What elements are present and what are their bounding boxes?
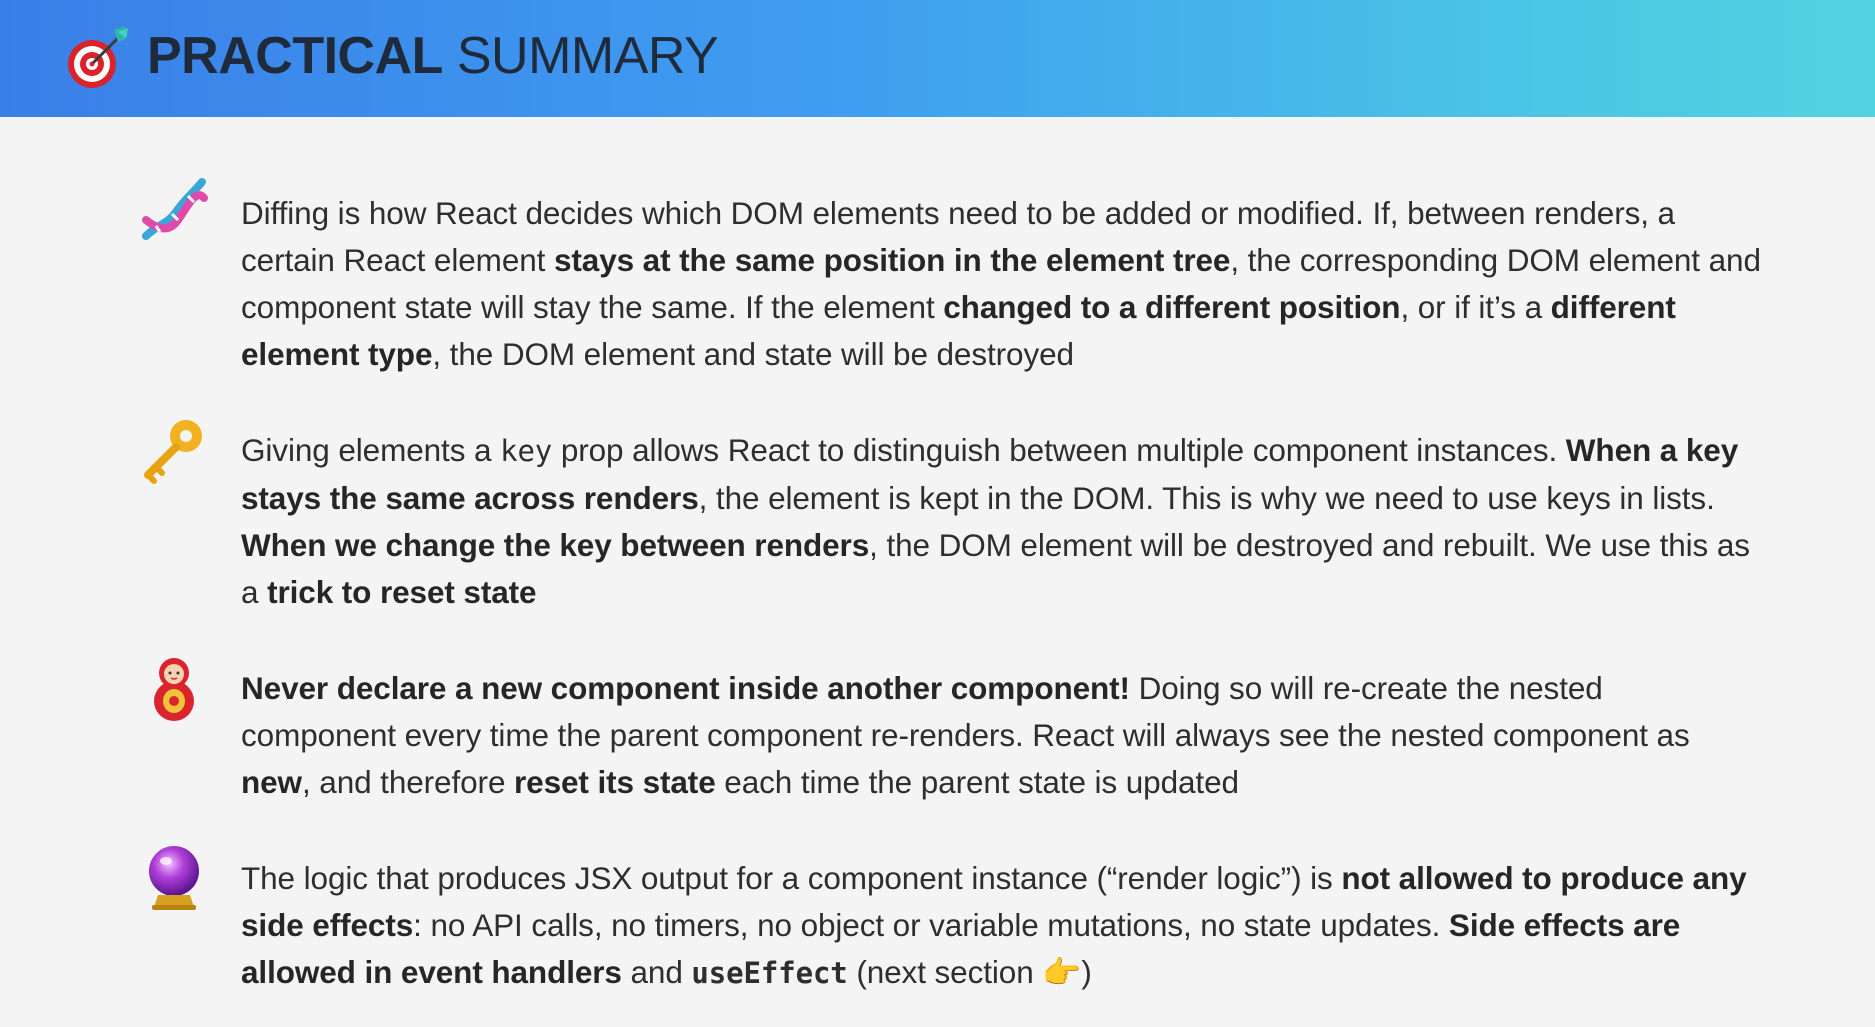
text-segment: , and therefore xyxy=(301,764,515,800)
text-segment: prop allows React to distinguish between… xyxy=(552,432,1566,468)
pointing-hand-icon: 👉 xyxy=(1042,954,1082,990)
emphasis-segment: stays at the same position in the elemen… xyxy=(553,242,1231,278)
key-icon xyxy=(144,420,202,484)
summary-text-render-logic: The logic that produces JSX output for a… xyxy=(241,855,1761,997)
page-title: PRACTICAL SUMMARY xyxy=(147,24,719,88)
text-segment: , the DOM element and state will be dest… xyxy=(432,336,1074,372)
summary-text-diffing: Diffing is how React decides which DOM e… xyxy=(241,190,1761,378)
text-segment: and xyxy=(621,954,692,990)
text-segment: , or if it’s a xyxy=(1400,289,1551,325)
summary-text-nested-components: Never declare a new component inside ano… xyxy=(241,665,1761,806)
code-segment: useEffect xyxy=(691,956,848,990)
nesting-doll-icon xyxy=(154,658,194,721)
emphasis-segment: changed to a different position xyxy=(943,289,1401,325)
emphasis-segment: When we change the key between renders xyxy=(241,527,870,563)
header-bar: PRACTICAL SUMMARY xyxy=(0,0,1875,117)
emphasis-segment: reset its state xyxy=(514,764,716,800)
emphasis-segment: trick to reset state xyxy=(267,574,537,610)
text-segment: Giving elements a xyxy=(241,432,501,468)
dna-icon xyxy=(142,178,208,240)
text-segment: , the element is kept in the DOM. This i… xyxy=(698,480,1715,516)
text-segment: : no API calls, no timers, no object or … xyxy=(413,907,1449,943)
emphasis-segment: Never declare a new component inside ano… xyxy=(241,670,1130,706)
crystal-ball-icon xyxy=(149,846,199,910)
text-segment: ) xyxy=(1081,954,1092,990)
page-title-rest: SUMMARY xyxy=(442,27,719,85)
page-title-bold: PRACTICAL xyxy=(147,27,443,85)
summary-text-key-prop: Giving elements a key prop allows React … xyxy=(241,427,1761,616)
text-segment: each time the parent state is updated xyxy=(715,764,1239,800)
emphasis-segment: new xyxy=(241,764,302,800)
target-with-dart-icon xyxy=(68,26,128,88)
text-segment: (next section xyxy=(847,954,1043,990)
text-segment: The logic that produces JSX output for a… xyxy=(241,860,1342,896)
code-segment: key xyxy=(500,434,553,468)
